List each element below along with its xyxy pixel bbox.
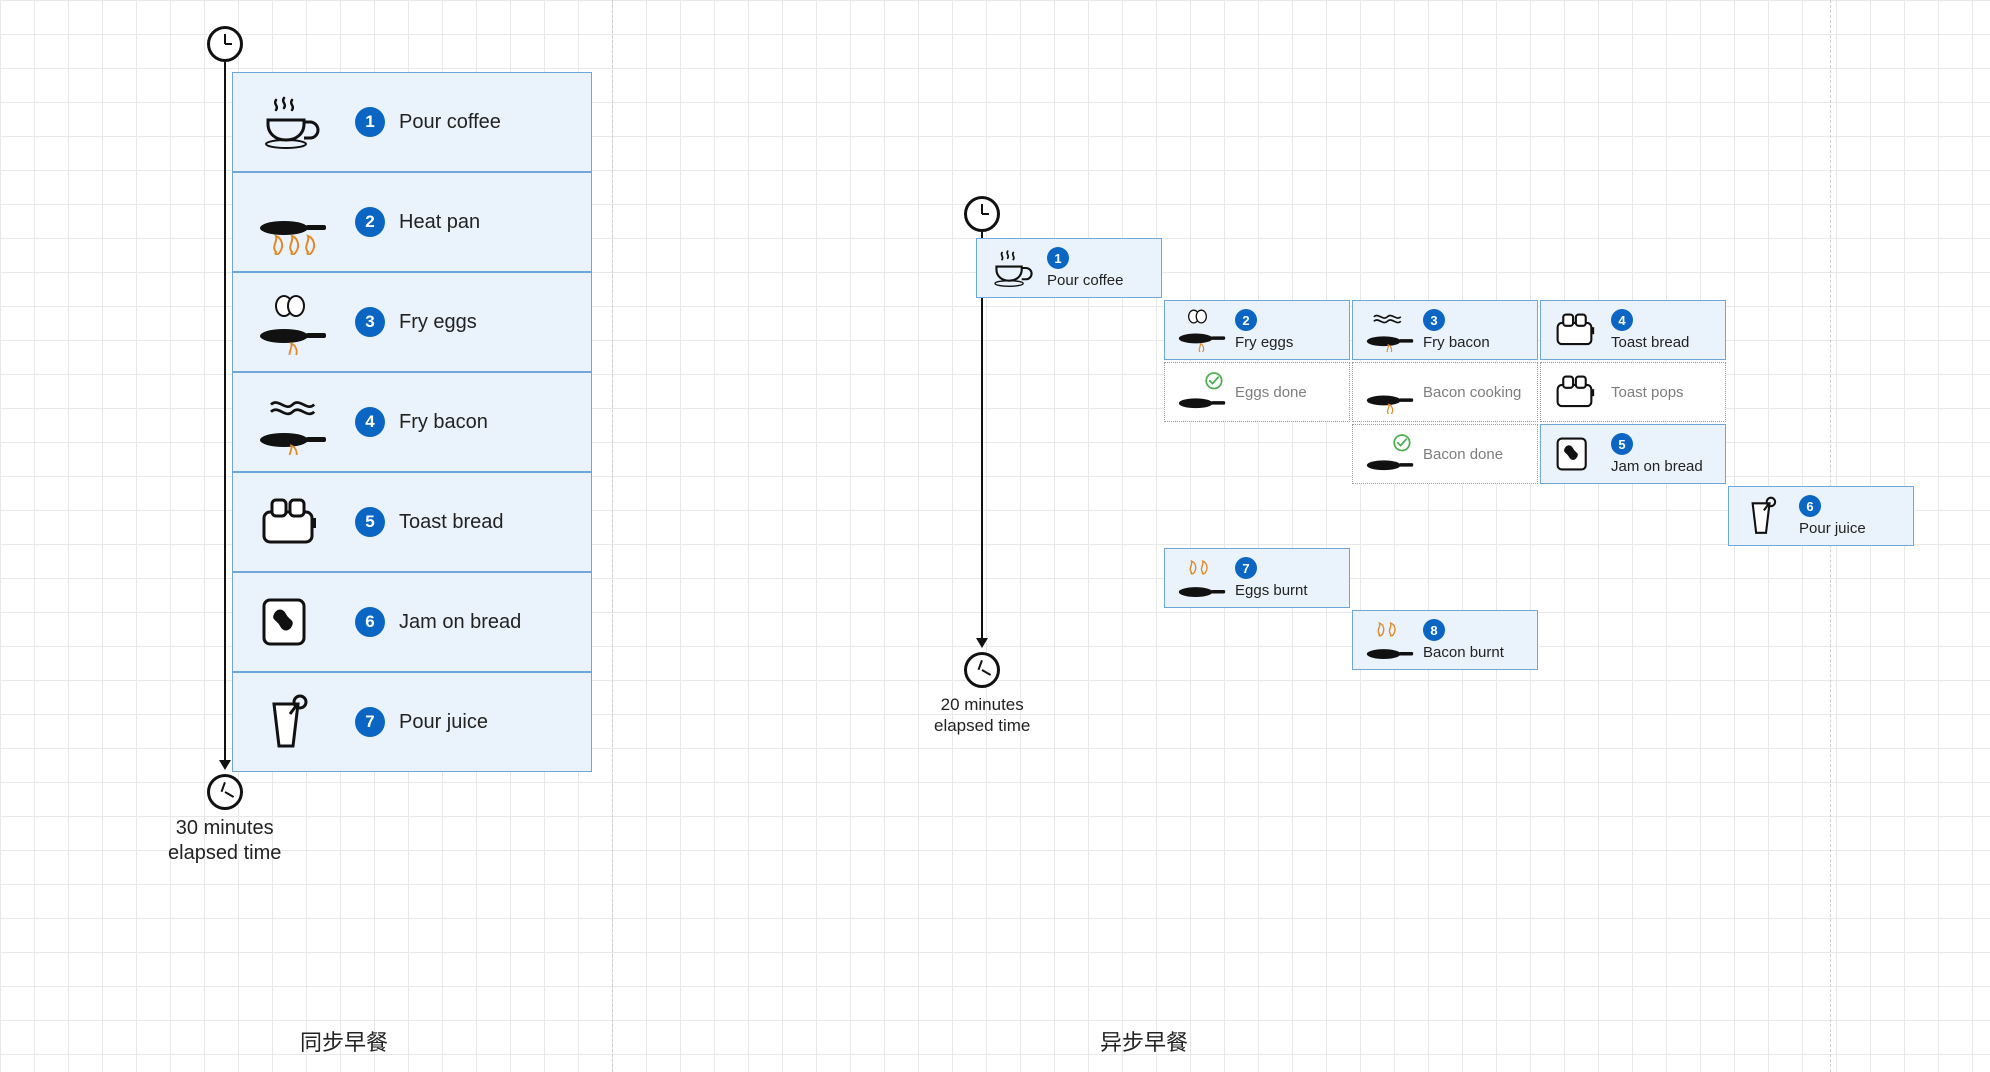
async-card-pour-coffee: 1 Pour coffee <box>976 238 1162 298</box>
step-label: Jam on bread <box>399 611 521 634</box>
card-label: Toast bread <box>1611 334 1689 351</box>
async-card-fry-bacon: 3 Fry bacon <box>1352 300 1538 360</box>
sync-step-fry-eggs: 3 Fry eggs <box>232 272 592 372</box>
step-label: Fry eggs <box>399 311 477 334</box>
toaster-icon <box>1549 308 1607 352</box>
step-label: Fry bacon <box>399 411 488 434</box>
async-elapsed-line1: 20 minutes <box>941 695 1024 714</box>
card-label: Pour juice <box>1799 520 1866 537</box>
step-number-badge: 3 <box>1423 309 1445 331</box>
sync-step-pour-coffee: 1 Pour coffee <box>232 72 592 172</box>
pan-eggs-icon <box>251 289 335 355</box>
async-card-eggs-burnt: 7 Eggs burnt <box>1164 548 1350 608</box>
card-label: Eggs done <box>1235 384 1307 401</box>
pan-bacon-flame-icon <box>1361 308 1419 352</box>
clock-end-icon <box>964 652 1000 688</box>
sync-step-toast-bread: 5 Toast bread <box>232 472 592 572</box>
jam-bread-icon <box>1549 432 1607 476</box>
juice-icon <box>251 689 335 755</box>
sync-elapsed-line2: elapsed time <box>168 842 281 864</box>
card-label: Bacon burnt <box>1423 644 1504 661</box>
async-card-bacon-burnt: 8 Bacon burnt <box>1352 610 1538 670</box>
step-label: Pour juice <box>399 711 488 734</box>
pan-check-icon <box>1173 370 1231 414</box>
step-number-badge: 3 <box>355 307 385 337</box>
step-number-badge: 6 <box>355 607 385 637</box>
step-number-badge: 1 <box>1047 247 1069 269</box>
async-card-toast-pops: Toast pops <box>1540 362 1726 422</box>
card-label: Bacon cooking <box>1423 384 1521 401</box>
sync-elapsed-line1: 30 minutes <box>176 817 274 839</box>
step-number-badge: 5 <box>355 507 385 537</box>
juice-icon <box>1737 494 1795 538</box>
step-number-badge: 5 <box>1611 433 1633 455</box>
card-label: Eggs burnt <box>1235 582 1308 599</box>
clock-start-icon <box>964 196 1000 232</box>
step-label: Heat pan <box>399 211 480 234</box>
clock-end-icon <box>207 774 243 810</box>
async-card-bacon-done: Bacon done <box>1352 424 1538 484</box>
async-card-fry-eggs: 2 Fry eggs <box>1164 300 1350 360</box>
timeline-line <box>224 62 226 760</box>
card-label: Fry bacon <box>1423 334 1490 351</box>
async-card-jam-on-bread: 5 Jam on bread <box>1540 424 1726 484</box>
jam-bread-icon <box>251 589 335 655</box>
coffee-icon <box>251 89 335 155</box>
sync-step-heat-pan: 2 Heat pan <box>232 172 592 272</box>
card-label: Fry eggs <box>1235 334 1293 351</box>
card-label: Toast pops <box>1611 384 1684 401</box>
step-number-badge: 4 <box>355 407 385 437</box>
sync-step-jam-on-bread: 6 Jam on bread <box>232 572 592 672</box>
async-card-pour-juice: 6 Pour juice <box>1728 486 1914 546</box>
step-number-badge: 7 <box>1235 557 1257 579</box>
card-label: Pour coffee <box>1047 272 1123 289</box>
pan-check-icon <box>1361 432 1419 476</box>
step-number-badge: 7 <box>355 707 385 737</box>
async-elapsed: 20 minutes elapsed time <box>934 694 1030 737</box>
arrow-down-icon <box>219 760 231 770</box>
pan-flame-icon <box>1361 370 1419 414</box>
pan-eggs-flame-icon <box>1173 308 1231 352</box>
card-label: Bacon done <box>1423 446 1503 463</box>
step-label: Toast bread <box>399 511 504 534</box>
sync-elapsed: 30 minutes elapsed time <box>168 816 281 866</box>
pan-flames-icon <box>251 189 335 255</box>
coffee-icon <box>985 246 1043 290</box>
pan-bacon-icon <box>251 389 335 455</box>
clock-start-icon <box>207 26 243 62</box>
sync-step-fry-bacon: 4 Fry bacon <box>232 372 592 472</box>
step-number-badge: 1 <box>355 107 385 137</box>
step-number-badge: 6 <box>1799 495 1821 517</box>
page-break-guide <box>612 0 613 1072</box>
card-label: Jam on bread <box>1611 458 1703 475</box>
step-number-badge: 2 <box>355 207 385 237</box>
async-card-eggs-done: Eggs done <box>1164 362 1350 422</box>
toaster-icon <box>251 489 335 555</box>
async-elapsed-line2: elapsed time <box>934 716 1030 735</box>
step-number-badge: 8 <box>1423 619 1445 641</box>
toaster-icon <box>1549 370 1607 414</box>
step-number-badge: 2 <box>1235 309 1257 331</box>
step-number-badge: 4 <box>1611 309 1633 331</box>
async-caption: 异步早餐 <box>1100 1025 1188 1057</box>
arrow-down-icon <box>976 638 988 648</box>
async-card-bacon-cooking: Bacon cooking <box>1352 362 1538 422</box>
pan-burnt-icon <box>1173 556 1231 600</box>
pan-burnt-icon <box>1361 618 1419 662</box>
step-label: Pour coffee <box>399 111 501 134</box>
sync-step-pour-juice: 7 Pour juice <box>232 672 592 772</box>
async-card-toast-bread: 4 Toast bread <box>1540 300 1726 360</box>
sync-caption: 同步早餐 <box>300 1025 388 1057</box>
